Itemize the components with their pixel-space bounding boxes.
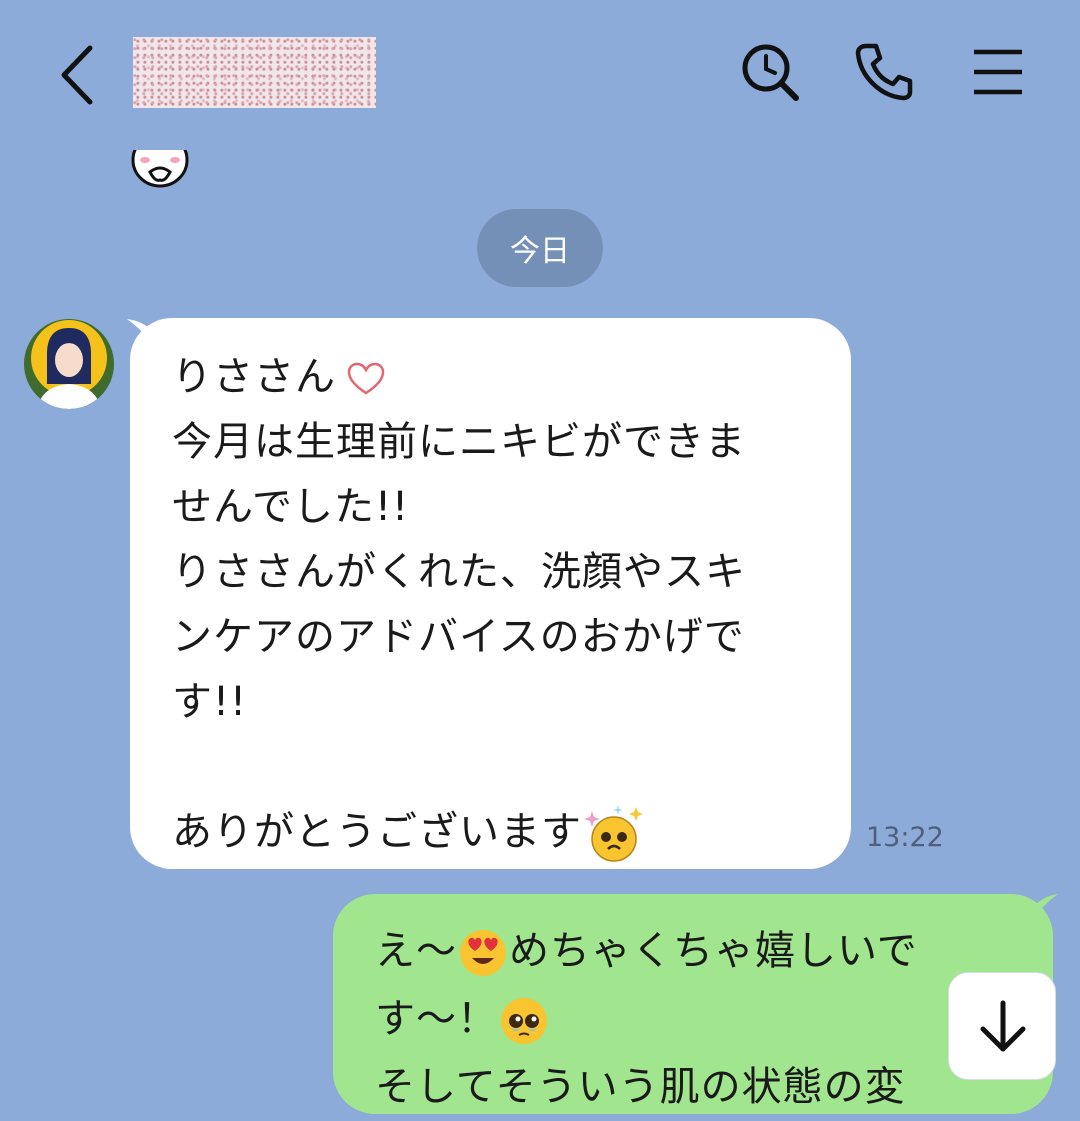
heart-icon <box>347 362 385 395</box>
heart-eyes-emoji-icon <box>460 930 506 976</box>
avatar[interactable] <box>23 318 115 410</box>
received-message-text: りささん 今月は生理前にニキビができま せんでした!! りささんがくれた、洗顔や… <box>172 345 812 865</box>
pleading-face-emoji-icon <box>501 998 547 1044</box>
arrow-down-icon <box>980 1000 1026 1052</box>
sent-message-text: え〜 めちゃくちゃ嬉しいで す〜！ そしてそういう肌の状態の変 <box>375 928 918 1110</box>
message-time: 13:22 <box>866 822 944 853</box>
scroll-to-bottom-button[interactable] <box>948 972 1056 1080</box>
phone-icon[interactable] <box>852 40 916 104</box>
menu-icon[interactable] <box>966 40 1030 104</box>
chat-title-redacted <box>133 37 376 108</box>
chat-header <box>0 0 1080 150</box>
sparkle-face-emoji-icon <box>584 805 643 862</box>
chevron-left-icon[interactable] <box>52 40 112 110</box>
bubble-tail <box>1030 894 1058 918</box>
search-clock-icon[interactable] <box>738 40 802 104</box>
date-divider: 今日 <box>477 209 603 287</box>
sticker-icon[interactable] <box>130 150 190 188</box>
